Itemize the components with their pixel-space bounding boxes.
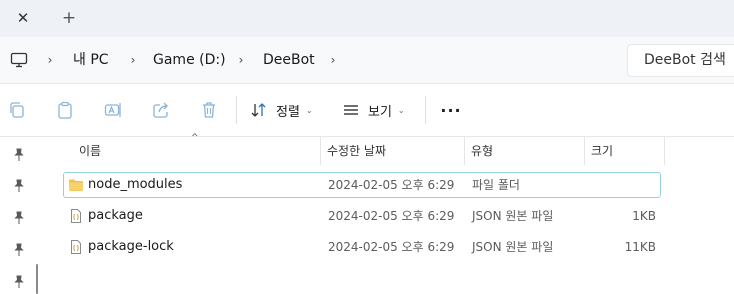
sort-button[interactable]: 정렬 ⌄ xyxy=(250,98,313,122)
scrollbar[interactable] xyxy=(36,264,38,294)
file-row-node-modules[interactable]: node_modules 2024-02-05 오후 6:29 파일 폴더 xyxy=(63,172,661,198)
chevron-down-icon: ⌄ xyxy=(397,105,405,115)
folder-icon xyxy=(69,179,83,191)
copy-icon[interactable] xyxy=(7,100,27,120)
breadcrumb-item-game-drive[interactable]: Game (D:) xyxy=(153,49,226,71)
column-divider[interactable] xyxy=(664,137,665,165)
file-type: JSON 원본 파일 xyxy=(472,240,554,254)
command-bar: 정렬 ⌄ 보기 ⌄ ··· xyxy=(0,84,734,137)
chevron-down-icon: ⌄ xyxy=(305,105,313,115)
search-input[interactable]: DeeBot 검색 xyxy=(627,44,734,77)
file-modified: 2024-02-05 오후 6:29 xyxy=(328,178,455,192)
more-options-button[interactable]: ··· xyxy=(438,98,464,122)
pin-icon[interactable] xyxy=(12,275,26,289)
file-size: 1KB xyxy=(632,209,656,223)
column-divider[interactable] xyxy=(584,137,585,165)
view-label: 보기 xyxy=(368,104,392,120)
file-row-package-lock[interactable]: package-lock 2024-02-05 오후 6:29 JSON 원본 … xyxy=(63,234,661,260)
file-type: JSON 원본 파일 xyxy=(472,209,554,223)
chevron-right-icon[interactable]: › xyxy=(126,49,140,71)
view-list-icon xyxy=(344,105,358,115)
file-list: ^ 이름 수정한 날짜 유형 크기 node_modules 2024-02-0… xyxy=(46,133,734,294)
column-header-type[interactable]: 유형 xyxy=(471,137,493,165)
breadcrumb-item-deebot[interactable]: DeeBot xyxy=(263,49,315,71)
pin-icon[interactable] xyxy=(12,179,26,193)
view-button[interactable]: 보기 ⌄ xyxy=(342,98,405,122)
computer-icon[interactable] xyxy=(10,51,28,69)
close-icon: ✕ xyxy=(16,9,30,27)
sort-label: 정렬 xyxy=(276,104,300,120)
toolbar-divider xyxy=(425,96,426,124)
column-header-size[interactable]: 크기 xyxy=(591,137,613,165)
file-name: package xyxy=(88,208,143,223)
toolbar-divider xyxy=(236,96,237,124)
file-size: 11KB xyxy=(624,240,656,254)
json-file-icon xyxy=(71,240,81,254)
delete-icon[interactable] xyxy=(199,100,219,120)
file-name: package-lock xyxy=(88,239,174,254)
chevron-right-icon[interactable]: › xyxy=(326,49,340,71)
pin-icon[interactable] xyxy=(12,148,26,162)
sort-icon xyxy=(251,103,266,117)
file-modified: 2024-02-05 오후 6:29 xyxy=(328,209,455,223)
navigation-pane xyxy=(0,137,46,294)
breadcrumb-item-my-pc[interactable]: 내 PC xyxy=(73,49,109,71)
address-bar[interactable]: › 내 PC › Game (D:) › DeeBot › DeeBot 검색 xyxy=(0,37,734,84)
plus-icon: + xyxy=(61,8,77,28)
share-icon[interactable] xyxy=(151,100,171,120)
column-divider[interactable] xyxy=(320,137,321,165)
rename-icon[interactable] xyxy=(103,100,123,120)
paste-icon[interactable] xyxy=(55,100,75,120)
column-header-name[interactable]: 이름 xyxy=(79,137,101,165)
tab-strip: ✕ + xyxy=(0,0,734,37)
pin-icon[interactable] xyxy=(12,211,26,225)
sort-ascending-icon: ^ xyxy=(191,133,199,143)
column-header-modified[interactable]: 수정한 날짜 xyxy=(327,137,386,165)
new-tab-button[interactable]: + xyxy=(55,4,83,32)
file-name: node_modules xyxy=(88,177,183,192)
file-row-package[interactable]: package 2024-02-05 오후 6:29 JSON 원본 파일 1K… xyxy=(63,203,661,229)
column-divider[interactable] xyxy=(464,137,465,165)
chevron-right-icon[interactable]: › xyxy=(43,49,57,71)
file-modified: 2024-02-05 오후 6:29 xyxy=(328,240,455,254)
chevron-right-icon[interactable]: › xyxy=(234,49,248,71)
pin-icon[interactable] xyxy=(12,243,26,257)
json-file-icon xyxy=(71,209,81,223)
file-type: 파일 폴더 xyxy=(472,178,520,192)
close-tab-button[interactable]: ✕ xyxy=(8,4,38,32)
ellipsis-icon: ··· xyxy=(440,100,462,120)
